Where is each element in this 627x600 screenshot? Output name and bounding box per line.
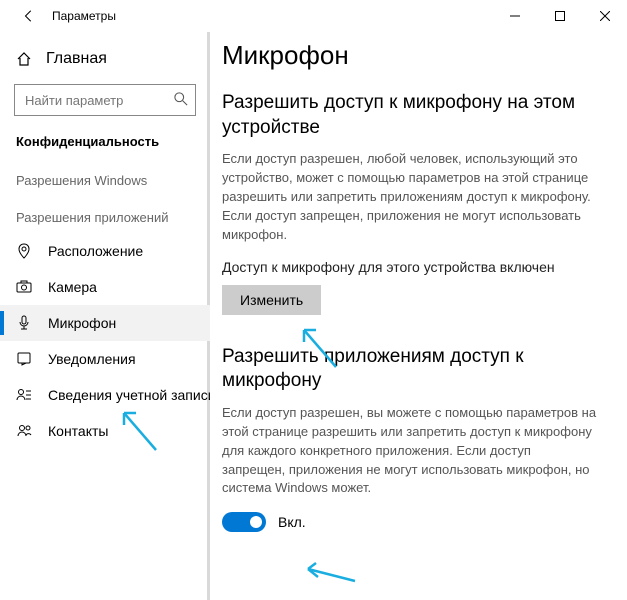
sidebar: Главная Конфиденциальность Разрешения Wi… <box>0 32 210 600</box>
section1-title: Разрешить доступ к микрофону на этом уст… <box>222 91 597 140</box>
content-area: Микрофон Разрешить доступ к микрофону на… <box>210 32 627 600</box>
toggle-label: Вкл. <box>278 514 306 530</box>
sidebar-item-home[interactable]: Главная <box>0 42 210 78</box>
nav-label: Уведомления <box>48 351 136 367</box>
group-label-windows: Разрешения Windows <box>0 159 210 196</box>
home-icon <box>16 51 32 67</box>
nav-label: Расположение <box>48 243 143 259</box>
maximize-button[interactable] <box>537 1 582 31</box>
minimize-button[interactable] <box>492 1 537 31</box>
sidebar-item-account-info[interactable]: Сведения учетной записи <box>0 377 210 413</box>
category-label: Конфиденциальность <box>0 128 210 159</box>
nav-label: Сведения учетной записи <box>48 387 210 403</box>
close-button[interactable] <box>582 1 627 31</box>
sidebar-item-notifications[interactable]: Уведомления <box>0 341 210 377</box>
section2-title: Разрешить приложениям доступ к микрофону <box>222 345 597 394</box>
window-title: Параметры <box>52 9 116 23</box>
change-button[interactable]: Изменить <box>222 285 321 315</box>
camera-icon <box>16 279 32 295</box>
section2-desc: Если доступ разрешен, вы можете с помощь… <box>222 404 597 498</box>
back-button[interactable] <box>14 1 44 31</box>
contacts-icon <box>16 423 32 439</box>
sidebar-item-contacts[interactable]: Контакты <box>0 413 210 449</box>
sidebar-item-microphone[interactable]: Микрофон <box>0 305 210 341</box>
location-icon <box>16 243 32 259</box>
home-label: Главная <box>46 50 107 68</box>
account-icon <box>16 387 32 403</box>
device-access-status: Доступ к микрофону для этого устройства … <box>222 259 597 275</box>
group-label-apps: Разрешения приложений <box>0 196 210 233</box>
sidebar-item-location[interactable]: Расположение <box>0 233 210 269</box>
sidebar-item-camera[interactable]: Камера <box>0 269 210 305</box>
nav-label: Контакты <box>48 423 108 439</box>
section1-desc: Если доступ разрешен, любой человек, исп… <box>222 150 597 244</box>
nav-label: Микрофон <box>48 315 116 331</box>
notification-icon <box>16 351 32 367</box>
microphone-icon <box>16 315 32 331</box>
search-icon <box>174 92 188 111</box>
search-input[interactable] <box>14 84 196 116</box>
apps-access-toggle[interactable] <box>222 512 266 532</box>
page-title: Микрофон <box>222 40 597 71</box>
nav-label: Камера <box>48 279 97 295</box>
